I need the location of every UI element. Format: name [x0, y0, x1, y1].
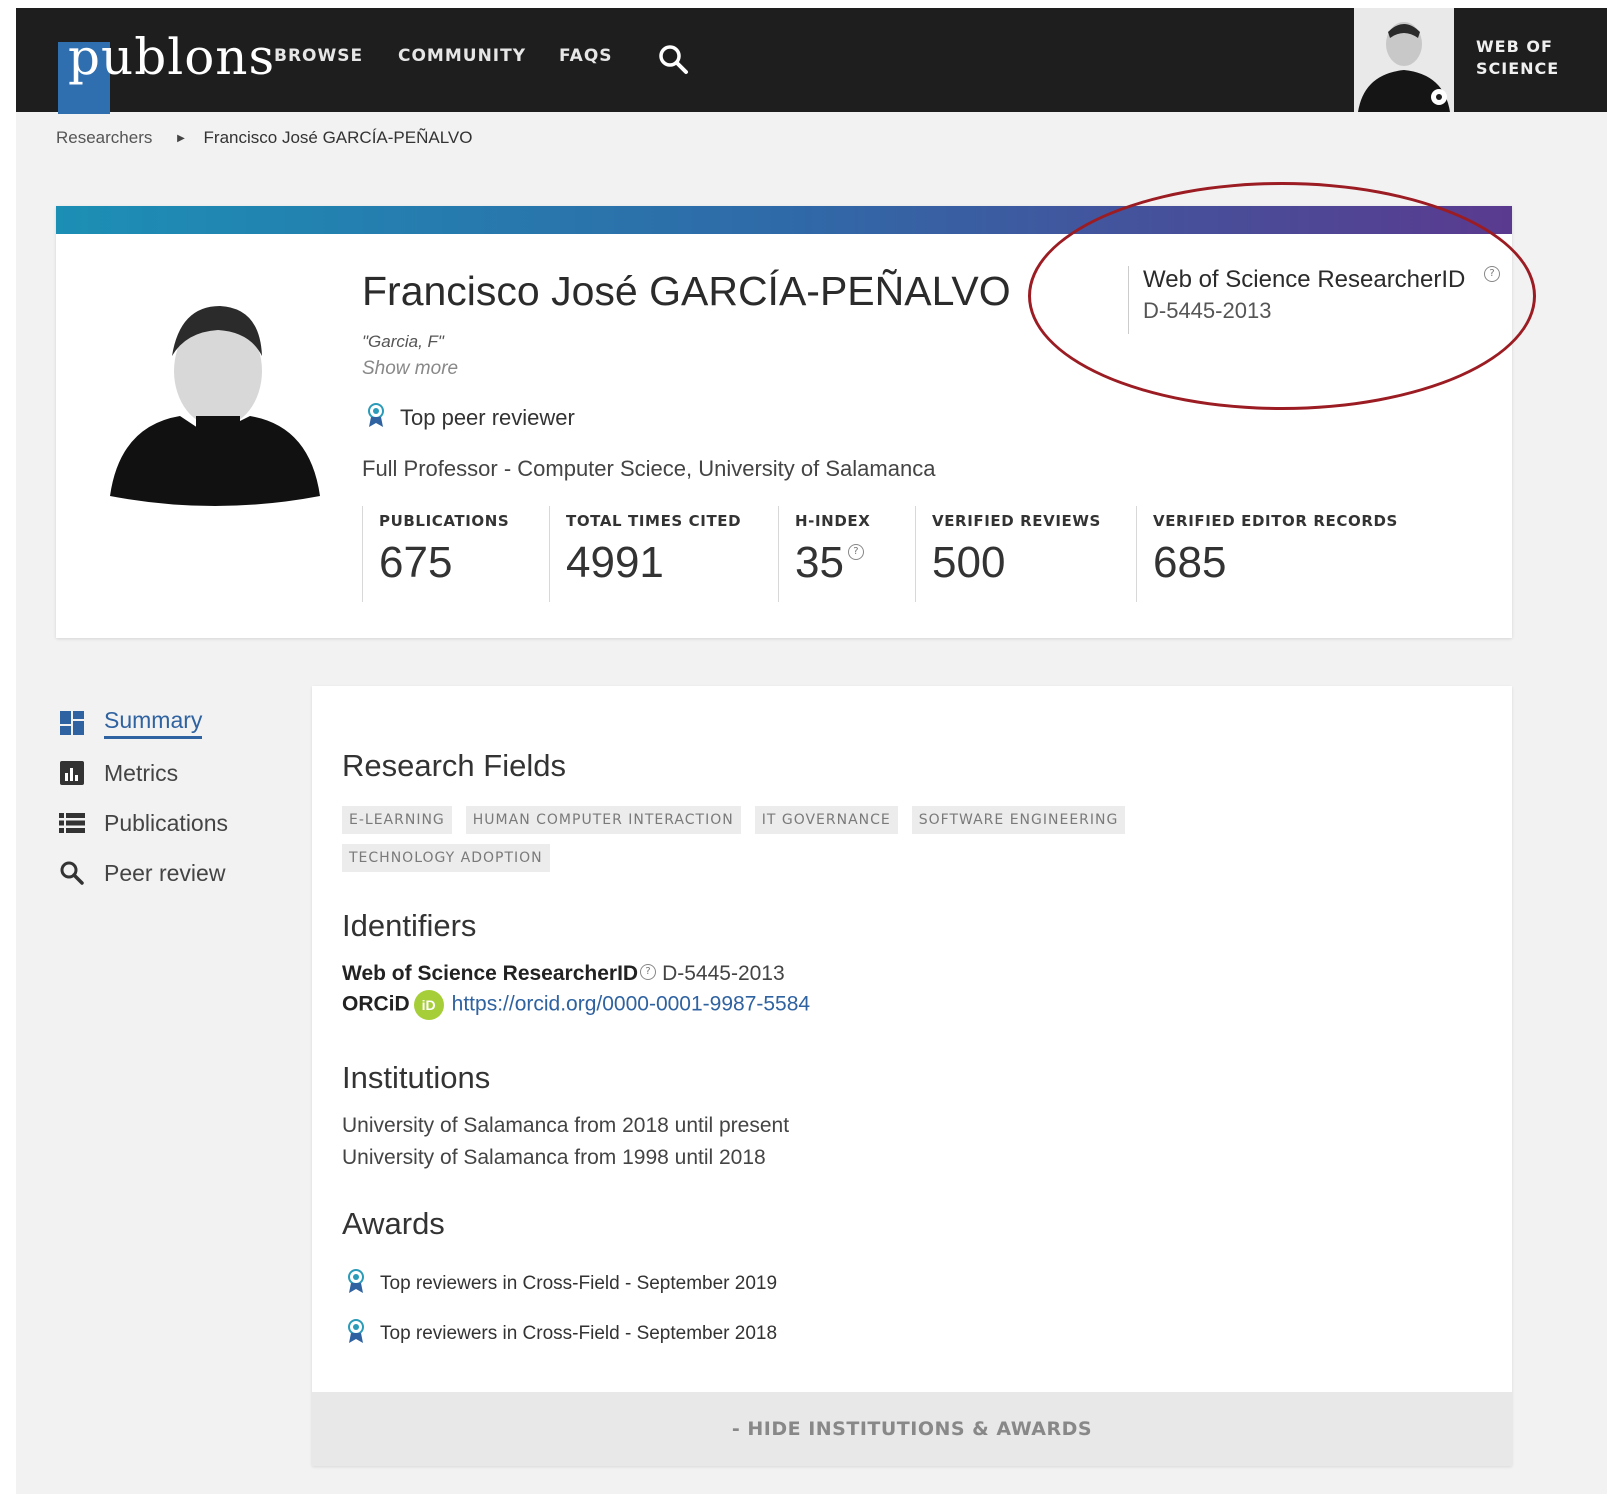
award-icon: [346, 1268, 366, 1300]
summary-panel: Research Fields E-LEARNING HUMAN COMPUTER…: [312, 686, 1512, 1466]
stat-label: PUBLICATIONS: [379, 512, 510, 530]
stat-verified-reviews[interactable]: VERIFIED REVIEWS 500: [915, 506, 1136, 602]
caret-right-icon: ▶: [177, 133, 185, 144]
award-item: Top reviewers in Cross-Field - September…: [346, 1268, 777, 1300]
top-nav: publons BROWSE COMMUNITY FAQS WEB OF SCI…: [16, 8, 1607, 114]
stat-label: VERIFIED EDITOR RECORDS: [1153, 512, 1398, 530]
sidebar-item-summary[interactable]: Summary: [58, 698, 228, 748]
help-icon[interactable]: ?: [847, 544, 864, 560]
identifier-rid: Web of Science ResearcherID? D-5445-2013: [342, 962, 785, 986]
breadcrumb-current: Francisco José GARCÍA-PEÑALVO: [203, 128, 473, 147]
stats-row: PUBLICATIONS 675 TOTAL TIMES CITED 4991 …: [362, 506, 1413, 602]
user-avatar[interactable]: [1354, 8, 1454, 112]
bar-chart-icon: [58, 759, 86, 787]
field-tag[interactable]: E-LEARNING: [342, 806, 452, 834]
breadcrumb: Researchers ▶ Francisco José GARCÍA-PEÑA…: [56, 128, 472, 148]
institutions-title: Institutions: [342, 1060, 491, 1095]
stat-value: 35: [795, 538, 844, 587]
award-icon: [366, 402, 386, 434]
stat-label: VERIFIED REVIEWS: [932, 512, 1101, 530]
field-tag[interactable]: IT GOVERNANCE: [754, 806, 898, 834]
field-tag[interactable]: TECHNOLOGY ADOPTION: [342, 844, 550, 872]
stat-h-index[interactable]: H-INDEX 35?: [778, 506, 915, 602]
orcid-link[interactable]: https://orcid.org/0000-0001-9987-5584: [452, 993, 810, 1016]
stat-label: TOTAL TIMES CITED: [566, 512, 742, 530]
help-icon[interactable]: ?: [640, 964, 657, 980]
nav-browse[interactable]: BROWSE: [274, 46, 363, 66]
awards-title: Awards: [342, 1206, 445, 1241]
show-more-link[interactable]: Show more: [362, 358, 458, 380]
wos-line2: SCIENCE: [1476, 59, 1560, 78]
researcher-position: Full Professor - Computer Sciece, Univer…: [362, 456, 936, 481]
search-icon: [58, 859, 86, 887]
sidebar-item-metrics[interactable]: Metrics: [58, 748, 228, 798]
page: publons BROWSE COMMUNITY FAQS WEB OF SCI…: [16, 8, 1607, 1494]
sidebar-item-peer-review[interactable]: Peer review: [58, 848, 228, 898]
institution-item: University of Salamanca from 2018 until …: [342, 1114, 790, 1137]
identifier-orcid-label: ORCiD: [342, 992, 410, 1016]
research-fields-title: Research Fields: [342, 748, 566, 783]
award-label: Top reviewers in Cross-Field - September…: [380, 1323, 778, 1344]
award-icon: [346, 1318, 366, 1350]
highlight-ellipse: [1028, 182, 1536, 410]
logo-text: publons: [68, 28, 276, 86]
hide-institutions-awards-button[interactable]: - HIDE INSTITUTIONS & AWARDS: [312, 1392, 1512, 1466]
field-tag[interactable]: SOFTWARE ENGINEERING: [911, 806, 1126, 834]
award-label: Top reviewers in Cross-Field - September…: [380, 1273, 778, 1294]
nav-community[interactable]: COMMUNITY: [398, 46, 526, 66]
sidebar-item-label: Summary: [104, 707, 203, 739]
stat-value: 4991: [566, 538, 664, 587]
identifier-orcid: ORCiD iD https://orcid.org/0000-0001-9987-…: [342, 990, 810, 1020]
top-reviewer-badge: Top peer reviewer: [366, 402, 575, 434]
search-icon[interactable]: [656, 42, 690, 76]
identifier-rid-value: D-5445-2013: [662, 962, 785, 985]
nav-faqs[interactable]: FAQS: [559, 46, 613, 66]
sidebar-item-label: Publications: [104, 809, 229, 836]
research-fields-tags: E-LEARNING HUMAN COMPUTER INTERACTION IT G…: [342, 806, 1242, 882]
stat-value: 685: [1153, 538, 1227, 587]
profile-photo: [110, 276, 320, 506]
award-item: Top reviewers in Cross-Field - September…: [346, 1318, 777, 1350]
list-icon: [58, 809, 86, 837]
institution-item: University of Salamanca from 1998 until …: [342, 1146, 766, 1169]
stat-editor-records[interactable]: VERIFIED EDITOR RECORDS 685: [1136, 506, 1413, 602]
stat-value-wrap: 35?: [795, 538, 915, 588]
sidebar-item-label: Peer review: [104, 859, 226, 886]
sidebar-item-publications[interactable]: Publications: [58, 798, 228, 848]
dashboard-icon: [58, 709, 86, 737]
web-of-science-link[interactable]: WEB OF SCIENCE: [1476, 36, 1596, 80]
top-reviewer-label: Top peer reviewer: [400, 405, 575, 430]
profile-sidebar: Summary Metrics Publications Peer review: [58, 698, 228, 898]
sidebar-item-label: Metrics: [104, 759, 179, 786]
identifier-rid-label: Web of Science ResearcherID: [342, 962, 639, 985]
identifiers-title: Identifiers: [342, 908, 477, 943]
orcid-icon: iD: [413, 990, 444, 1020]
stat-label: H-INDEX: [795, 512, 871, 530]
publons-logo[interactable]: publons: [54, 28, 274, 114]
stat-times-cited[interactable]: TOTAL TIMES CITED 4991: [549, 506, 778, 602]
researcher-alias: "Garcia, F": [362, 332, 444, 351]
gear-icon[interactable]: [1428, 86, 1450, 108]
field-tag[interactable]: HUMAN COMPUTER INTERACTION: [465, 806, 741, 834]
researcher-name: Francisco José GARCÍA-PEÑALVO: [362, 268, 1011, 314]
stat-publications[interactable]: PUBLICATIONS 675: [362, 506, 549, 602]
stat-value: 500: [932, 538, 1006, 587]
stat-value: 675: [379, 538, 453, 587]
wos-line1: WEB OF: [1476, 37, 1553, 56]
breadcrumb-researchers[interactable]: Researchers: [56, 128, 152, 147]
